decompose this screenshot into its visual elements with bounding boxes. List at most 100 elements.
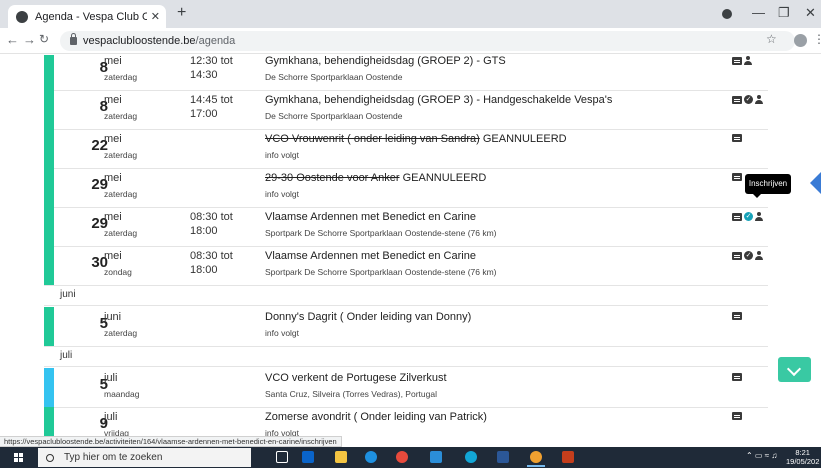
back-arrow-icon[interactable]: ← — [6, 32, 19, 47]
calendar-icon[interactable] — [732, 251, 742, 260]
event-title-text: GEANNULEERD — [479, 133, 567, 145]
system-tray-icons[interactable]: ⌃ ▭ ≈ ♫ — [746, 451, 777, 460]
event-title[interactable]: VCO verkent de Portugese Zilverkust — [265, 372, 447, 384]
event-time-end: 18:00 — [190, 264, 218, 276]
clock-time: 8:21 — [795, 448, 810, 457]
link-status-bar: https://vespaclubloostende.be/activiteit… — [0, 436, 342, 447]
event-title[interactable]: Vlaamse Ardennen met Benedict en Carine — [265, 250, 476, 262]
event-month: juni — [104, 311, 122, 323]
calendar-icon[interactable] — [732, 95, 742, 104]
participants-icon[interactable] — [755, 95, 763, 104]
event-title[interactable]: VCO Vrouwenrit ( onder leiding van Sandr… — [265, 133, 567, 145]
event-weekday: zaterdag — [104, 72, 138, 82]
event-month: juli — [104, 372, 118, 384]
event-row[interactable]: 8 mei zaterdag 14:45 tot 17:00 Gymkhana, behe… — [44, 90, 768, 130]
event-weekday: zaterdag — [104, 228, 138, 238]
windows-start-icon[interactable] — [14, 453, 24, 463]
event-weekday: zaterdag — [104, 328, 138, 338]
photos-icon[interactable] — [430, 451, 442, 463]
register-tooltip: Inschrijven — [745, 174, 791, 198]
category-color-bar — [44, 168, 54, 207]
maximize-icon[interactable]: ❐ — [778, 5, 790, 21]
event-row[interactable]: 9 juli vrijdag Zomerse avondrit ( Onder lei… — [44, 407, 768, 437]
skype-icon[interactable] — [465, 451, 477, 463]
event-row[interactable]: 30 mei zondag 08:30 tot 18:00 Vlaamse Ardenne… — [44, 246, 768, 286]
event-time-end: 14:30 — [190, 69, 218, 81]
agenda-list: 8 mei zaterdag 12:30 tot 14:30 Gymkhana, behe… — [0, 55, 821, 437]
event-location: Santa Cruz, Silveira (Torres Vedras), Po… — [265, 389, 437, 399]
profile-indicator-icon[interactable] — [722, 9, 732, 19]
event-time-start: 14:45 tot — [190, 94, 233, 106]
event-weekday: maandag — [104, 389, 140, 399]
calendar-icon[interactable] — [732, 56, 742, 65]
browser-tab-bar: Agenda - Vespa Club Oostende | … ✕ + — ❐… — [0, 0, 821, 28]
browser-tab[interactable]: Agenda - Vespa Club Oostende | … ✕ — [8, 5, 166, 28]
calendar-icon[interactable] — [732, 173, 742, 181]
event-weekday: zondag — [104, 267, 132, 277]
register-check-icon[interactable]: ✓ — [744, 251, 753, 260]
address-bar[interactable]: vespaclubloostende.be/agenda — [60, 31, 795, 51]
register-check-icon[interactable]: ✓ — [744, 212, 753, 221]
minimize-icon[interactable]: — — [752, 5, 765, 20]
event-title[interactable]: 29-30 Oostende voor Anker GEANNULEERD — [265, 172, 486, 184]
url-path: /agenda — [195, 35, 236, 47]
event-title[interactable]: Donny's Dagrit ( Onder leiding van Donny… — [265, 311, 471, 323]
bookmark-star-icon[interactable]: ☆ — [766, 32, 777, 46]
outlook-icon[interactable] — [302, 451, 314, 463]
menu-kebab-icon[interactable]: ⋮ — [813, 32, 821, 46]
calendar-icon[interactable] — [732, 312, 742, 320]
event-weekday: zaterdag — [104, 150, 138, 160]
close-window-icon[interactable]: ✕ — [805, 5, 816, 21]
event-location: Sportpark De Schorre Sportparklaan Ooste… — [265, 228, 497, 238]
word-icon[interactable] — [497, 451, 509, 463]
event-actions — [732, 134, 742, 142]
category-color-bar — [44, 307, 54, 346]
event-title[interactable]: Gymkhana, behendigheidsdag (GROEP 2) - G… — [265, 55, 506, 67]
event-row[interactable]: 5 juni zaterdag Donny's Dagrit ( Onder leid… — [44, 307, 768, 347]
taskbar-search-placeholder: Typ hier om te zoeken — [64, 452, 163, 463]
event-row[interactable]: 29 mei zaterdag 08:30 tot 18:00 Vlaamse Arden… — [44, 207, 768, 247]
scroll-down-button[interactable] — [778, 357, 811, 382]
task-view-icon[interactable] — [276, 451, 288, 463]
participants-icon[interactable] — [755, 212, 763, 221]
taskbar-search-box[interactable]: Typ hier om te zoeken — [38, 448, 251, 467]
register-check-icon[interactable]: ✓ — [744, 95, 753, 104]
edge-icon[interactable] — [365, 451, 377, 463]
event-title-text: Gymkhana, behendigheidsdag (GROEP 3) - H… — [265, 94, 613, 106]
forward-arrow-icon[interactable]: → — [23, 32, 36, 47]
calendar-icon[interactable] — [732, 412, 742, 420]
participants-icon[interactable] — [744, 56, 752, 65]
participants-icon[interactable] — [755, 251, 763, 260]
month-section-header: juli — [44, 346, 768, 367]
taskbar-clock[interactable]: 8:21 19/05/202 — [786, 448, 819, 466]
event-title[interactable]: Zomerse avondrit ( Onder leiding van Pat… — [265, 411, 487, 423]
event-title[interactable]: Gymkhana, behendigheidsdag (GROEP 3) - H… — [265, 94, 612, 106]
event-row[interactable]: 5 juli maandag VCO verkent de Portugese Zil… — [44, 368, 768, 408]
side-feedback-tab[interactable] — [810, 172, 821, 194]
event-location: De Schorre Sportparklaan Oostende — [265, 72, 403, 82]
event-title[interactable]: Vlaamse Ardennen met Benedict en Carine — [265, 211, 476, 223]
event-row[interactable]: 22 mei zaterdag VCO Vrouwenrit ( onder leid… — [44, 129, 768, 169]
calendar-icon[interactable] — [732, 134, 742, 142]
reload-icon[interactable]: ↻ — [39, 32, 49, 46]
event-month: juli — [104, 411, 118, 423]
chrome-icon[interactable] — [527, 451, 545, 467]
powerpoint-icon[interactable] — [562, 451, 574, 463]
event-time-end: 18:00 — [190, 225, 218, 237]
event-title-text: Donny's Dagrit ( Onder leiding van Donny… — [265, 311, 472, 323]
url-text: vespaclubloostende.be/agenda — [83, 35, 235, 47]
event-time-end: 17:00 — [190, 108, 218, 120]
calendar-icon[interactable] — [732, 212, 742, 221]
new-tab-button[interactable]: + — [177, 4, 186, 22]
app-icon-red[interactable] — [396, 451, 408, 463]
event-month: mei — [104, 133, 122, 145]
search-icon — [46, 453, 54, 462]
close-tab-icon[interactable]: ✕ — [151, 10, 160, 23]
event-row[interactable]: 29 mei zaterdag 29-30 Oostende voor Anker G… — [44, 168, 768, 208]
file-explorer-icon[interactable] — [335, 451, 347, 463]
calendar-icon[interactable] — [732, 373, 742, 381]
event-actions: ✓ — [732, 251, 763, 260]
event-title-text: Vlaamse Ardennen met Benedict en Carine — [265, 211, 476, 223]
event-row[interactable]: 8 mei zaterdag 12:30 tot 14:30 Gymkhana, behe… — [44, 55, 768, 91]
account-avatar[interactable] — [794, 34, 807, 47]
